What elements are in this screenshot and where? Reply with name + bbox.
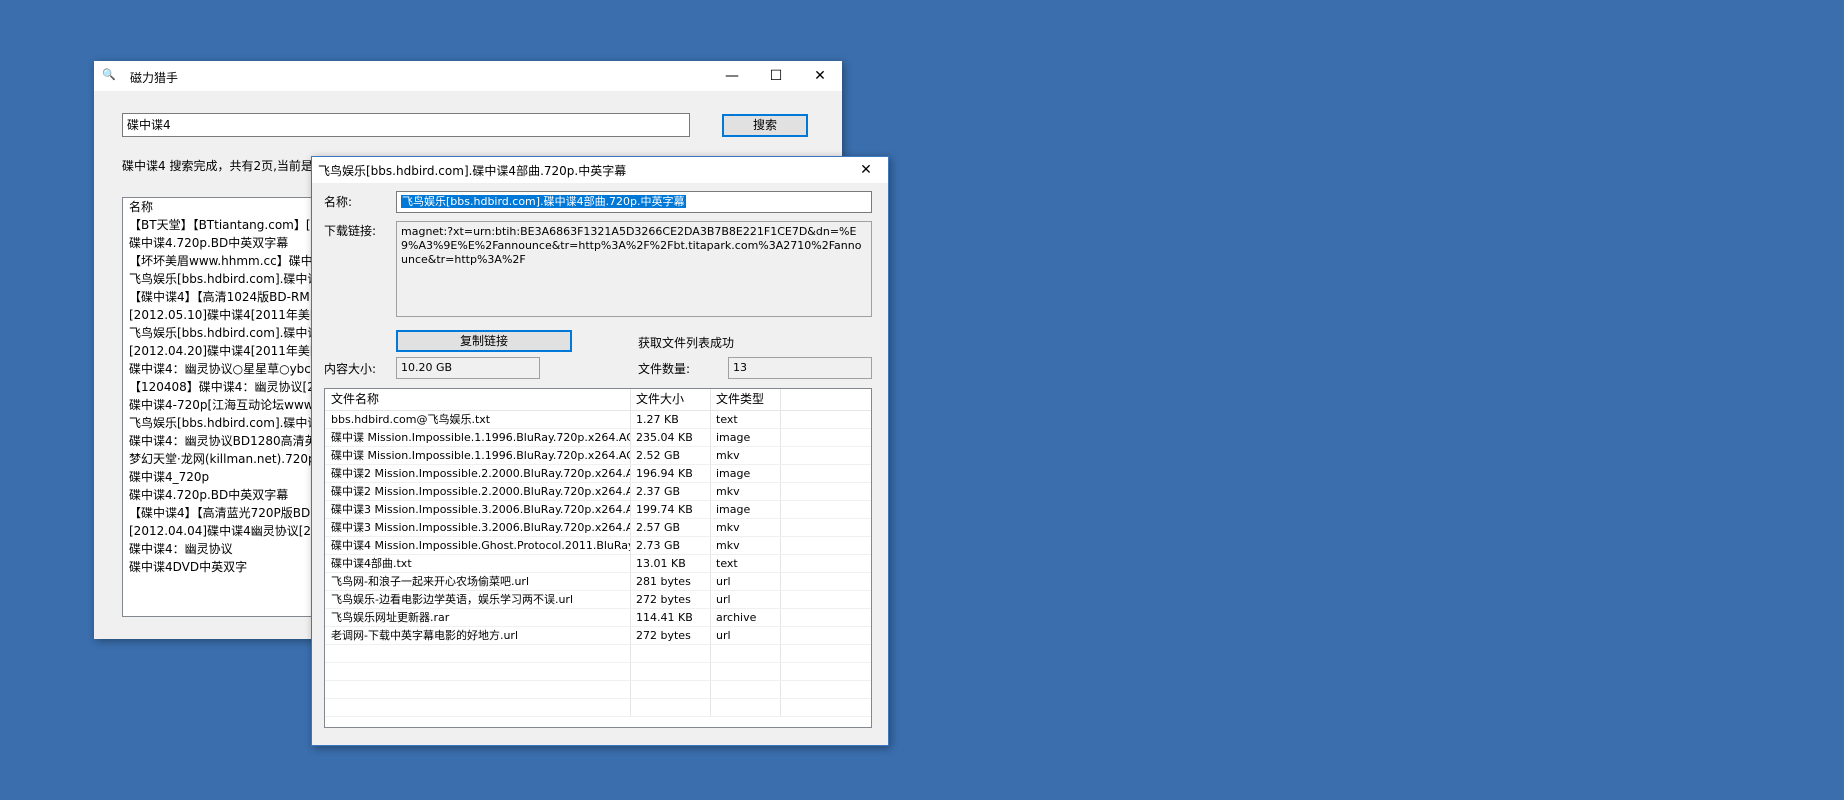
file-size-cell: 2.57 GB <box>631 519 711 536</box>
file-row[interactable] <box>325 699 871 717</box>
close-icon[interactable]: ✕ <box>798 61 842 91</box>
file-name-cell: 碟中谍3 Mission.Impossible.3.2006.BluRay.72… <box>325 519 631 536</box>
file-size-cell: 272 bytes <box>631 627 711 644</box>
search-status: 碟中谍4 搜索完成，共有2页,当前是 <box>122 159 313 173</box>
count-label: 文件数量: <box>638 362 691 376</box>
magnifier-icon: 🔍 <box>102 68 116 81</box>
minimize-icon[interactable]: — <box>710 61 754 91</box>
file-size-cell: 196.94 KB <box>631 465 711 482</box>
file-name-cell: bbs.hdbird.com@飞鸟娱乐.txt <box>325 411 631 428</box>
file-type-cell: text <box>711 555 781 572</box>
file-size-cell: 1.27 KB <box>631 411 711 428</box>
file-row[interactable]: 碟中谍4 Mission.Impossible.Ghost.Protocol.2… <box>325 537 871 555</box>
file-row[interactable]: 飞鸟娱乐-边看电影边学英语，娱乐学习两不误.url 272 bytes url <box>325 591 871 609</box>
count-field: 13 <box>728 357 872 379</box>
name-field-value: 飞鸟娱乐[bbs.hdbird.com].碟中谍4部曲.720p.中英字幕 <box>401 195 686 208</box>
magnet-link-field[interactable]: magnet:?xt=urn:btih:BE3A6863F1321A5D3266… <box>396 221 872 317</box>
link-label: 下载链接: <box>324 224 377 238</box>
magnet-link-value: magnet:?xt=urn:btih:BE3A6863F1321A5D3266… <box>401 225 862 266</box>
file-size-cell: 235.04 KB <box>631 429 711 446</box>
detail-close-icon[interactable]: ✕ <box>844 157 888 183</box>
file-size-cell: 2.52 GB <box>631 447 711 464</box>
column-file-size[interactable]: 文件大小 <box>631 389 711 410</box>
file-row[interactable] <box>325 645 871 663</box>
file-name-cell: 飞鸟娱乐-边看电影边学英语，娱乐学习两不误.url <box>325 591 631 608</box>
file-name-cell: 飞鸟网-和浪子一起来开心农场偷菜吧.url <box>325 573 631 590</box>
file-name-cell: 碟中谍 Mission.Impossible.1.1996.BluRay.720… <box>325 429 631 446</box>
file-list[interactable]: 文件名称 文件大小 文件类型 bbs.hdbird.com@飞鸟娱乐.txt 1.… <box>324 388 872 728</box>
file-row[interactable]: 飞鸟网-和浪子一起来开心农场偷菜吧.url 281 bytes url <box>325 573 871 591</box>
file-size-cell: 2.37 GB <box>631 483 711 500</box>
file-row[interactable]: 碟中谍4部曲.txt 13.01 KB text <box>325 555 871 573</box>
column-file-type[interactable]: 文件类型 <box>711 389 781 410</box>
detail-window-title: 飞鸟娱乐[bbs.hdbird.com].碟中谍4部曲.720p.中英字幕 <box>318 164 627 178</box>
file-size-cell: 281 bytes <box>631 573 711 590</box>
file-row[interactable]: 老调网-下载中英字幕电影的好地方.url 272 bytes url <box>325 627 871 645</box>
file-list-header: 文件名称 文件大小 文件类型 <box>325 389 871 411</box>
file-size-cell: 2.73 GB <box>631 537 711 554</box>
file-type-cell: image <box>711 501 781 518</box>
file-name-cell: 碟中谍2 Mission.Impossible.2.2000.BluRay.72… <box>325 483 631 500</box>
detail-titlebar[interactable]: 飞鸟娱乐[bbs.hdbird.com].碟中谍4部曲.720p.中英字幕 ✕ <box>312 157 888 183</box>
file-size-cell: 114.41 KB <box>631 609 711 626</box>
copy-link-button[interactable]: 复制链接 <box>396 330 572 352</box>
file-type-cell: mkv <box>711 519 781 536</box>
file-type-cell: text <box>711 411 781 428</box>
main-window-title: 磁力猎手 <box>130 71 179 85</box>
file-name-cell: 碟中谍4 Mission.Impossible.Ghost.Protocol.2… <box>325 537 631 554</box>
file-row[interactable]: 碟中谍 Mission.Impossible.1.1996.BluRay.720… <box>325 429 871 447</box>
file-row[interactable]: 碟中谍3 Mission.Impossible.3.2006.BluRay.72… <box>325 501 871 519</box>
file-size-cell: 199.74 KB <box>631 501 711 518</box>
file-row[interactable]: 碟中谍2 Mission.Impossible.2.2000.BluRay.72… <box>325 483 871 501</box>
file-name-cell: 飞鸟娱乐网址更新器.rar <box>325 609 631 626</box>
file-type-cell: url <box>711 573 781 590</box>
file-name-cell: 碟中谍3 Mission.Impossible.3.2006.BluRay.72… <box>325 501 631 518</box>
file-type-cell: mkv <box>711 537 781 554</box>
file-name-cell: 碟中谍 Mission.Impossible.1.1996.BluRay.720… <box>325 447 631 464</box>
detail-window: 飞鸟娱乐[bbs.hdbird.com].碟中谍4部曲.720p.中英字幕 ✕ … <box>311 156 889 746</box>
file-name-cell: 碟中谍2 Mission.Impossible.2.2000.BluRay.72… <box>325 465 631 482</box>
file-type-cell: url <box>711 627 781 644</box>
name-field[interactable]: 飞鸟娱乐[bbs.hdbird.com].碟中谍4部曲.720p.中英字幕 <box>396 191 872 213</box>
file-type-cell: image <box>711 429 781 446</box>
file-name-cell: 老调网-下载中英字幕电影的好地方.url <box>325 627 631 644</box>
file-type-cell: image <box>711 465 781 482</box>
search-button[interactable]: 搜索 <box>722 114 808 137</box>
search-input[interactable]: 碟中谍4 <box>122 113 690 137</box>
name-label: 名称: <box>324 195 353 209</box>
file-row[interactable]: 碟中谍3 Mission.Impossible.3.2006.BluRay.72… <box>325 519 871 537</box>
file-row[interactable]: 飞鸟娱乐网址更新器.rar 114.41 KB archive <box>325 609 871 627</box>
file-type-cell: mkv <box>711 483 781 500</box>
file-type-cell: archive <box>711 609 781 626</box>
size-label: 内容大小: <box>324 362 377 376</box>
file-type-cell: url <box>711 591 781 608</box>
maximize-icon[interactable]: ☐ <box>754 61 798 91</box>
size-field: 10.20 GB <box>396 357 540 379</box>
column-file-name[interactable]: 文件名称 <box>325 389 631 410</box>
file-size-cell: 13.01 KB <box>631 555 711 572</box>
fetch-status: 获取文件列表成功 <box>638 336 735 350</box>
file-size-cell: 272 bytes <box>631 591 711 608</box>
main-titlebar[interactable]: 🔍 磁力猎手 — ☐ ✕ <box>94 61 842 91</box>
file-row[interactable] <box>325 681 871 699</box>
file-row[interactable]: 碟中谍2 Mission.Impossible.2.2000.BluRay.72… <box>325 465 871 483</box>
file-row[interactable]: bbs.hdbird.com@飞鸟娱乐.txt 1.27 KB text <box>325 411 871 429</box>
file-type-cell: mkv <box>711 447 781 464</box>
file-row[interactable]: 碟中谍 Mission.Impossible.1.1996.BluRay.720… <box>325 447 871 465</box>
file-name-cell: 碟中谍4部曲.txt <box>325 555 631 572</box>
file-row[interactable] <box>325 663 871 681</box>
